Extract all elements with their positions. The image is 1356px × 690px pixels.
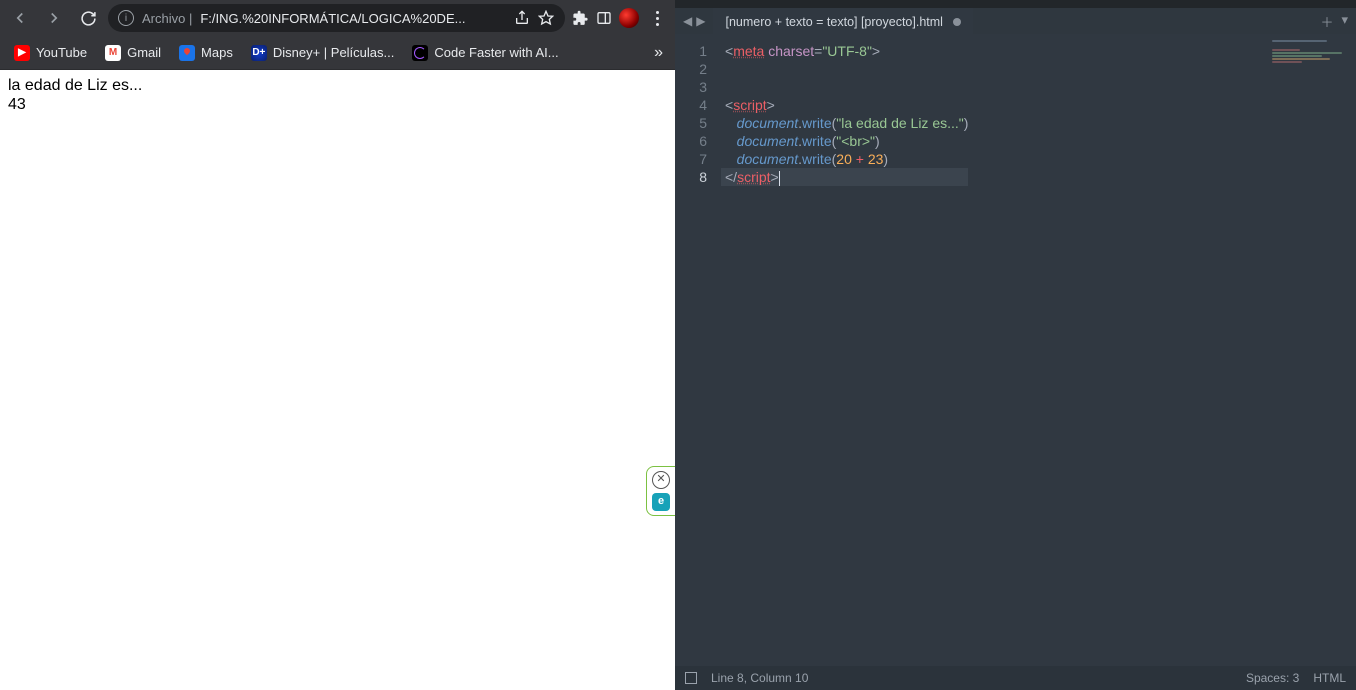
favicon-icon (412, 45, 428, 61)
chrome-menu-icon[interactable] (645, 11, 669, 26)
code-area[interactable]: <meta charset="UTF-8"><script> document.… (717, 34, 968, 666)
tab-nav-back-icon[interactable]: ◀ (683, 14, 692, 28)
site-info-icon[interactable]: i (118, 10, 134, 26)
new-tab-icon[interactable]: ＋ (1320, 12, 1333, 31)
address-bar[interactable]: i Archivo | F:/ING.%20INFORMÁTICA/LOGICA… (108, 4, 565, 32)
bookmark-item[interactable]: Maps (171, 41, 241, 65)
cursor-position[interactable]: Line 8, Column 10 (711, 671, 808, 685)
page-text-line1: la edad de Liz es... (8, 76, 667, 95)
syntax-mode[interactable]: HTML (1313, 671, 1346, 685)
favicon-icon: D+ (251, 45, 267, 61)
browser-pane: i Archivo | F:/ING.%20INFORMÁTICA/LOGICA… (0, 0, 675, 690)
favicon-icon: M (105, 45, 121, 61)
bookmark-item[interactable]: D+ Disney+ | Películas... (243, 41, 403, 65)
bookmark-item[interactable]: M Gmail (97, 41, 169, 65)
page-content: la edad de Liz es... 43 ✕ e (0, 70, 675, 690)
favicon-icon (179, 45, 195, 61)
panel-toggle-icon[interactable] (685, 672, 697, 684)
profile-avatar[interactable] (619, 8, 639, 28)
bookmarks-overflow-icon[interactable]: » (648, 40, 669, 66)
editor-tab-title: [numero + texto = texto] [proyecto].html (725, 15, 942, 29)
browser-toolbar: i Archivo | F:/ING.%20INFORMÁTICA/LOGICA… (0, 0, 675, 36)
editor-tab[interactable]: [numero + texto = texto] [proyecto].html (713, 8, 972, 34)
page-text-line2: 43 (8, 95, 667, 114)
forward-button[interactable] (40, 4, 68, 32)
bookmark-label: Maps (201, 45, 233, 60)
url-text: F:/ING.%20INFORMÁTICA/LOGICA%20DE... (200, 11, 499, 26)
editor-pane: ◀ ▶ [numero + texto = texto] [proyecto].… (675, 0, 1356, 690)
tab-dropdown-icon[interactable]: ▾ (1341, 12, 1348, 31)
editor-body[interactable]: 12345678 <meta charset="UTF-8"><script> … (675, 34, 1356, 666)
bookmark-label: YouTube (36, 45, 87, 60)
extension-widget[interactable]: ✕ e (646, 466, 676, 516)
editor-tabbar: ◀ ▶ [numero + texto = texto] [proyecto].… (675, 8, 1356, 34)
editor-statusbar: Line 8, Column 10 Spaces: 3 HTML (675, 666, 1356, 690)
indent-setting[interactable]: Spaces: 3 (1246, 671, 1299, 685)
bookmarks-bar: ▶ YouTube M Gmail Maps D+ Disney+ | Películas.… (0, 36, 675, 70)
reload-button[interactable] (74, 4, 102, 32)
favicon-icon: ▶ (14, 45, 30, 61)
bookmark-label: Disney+ | Películas... (273, 45, 395, 60)
unsaved-dot-icon (953, 18, 961, 26)
editor-menubar-strip (675, 0, 1356, 8)
widget-logo-icon[interactable]: e (652, 493, 670, 511)
url-scheme: Archivo | (142, 11, 192, 26)
bookmark-star-icon[interactable] (537, 9, 555, 27)
minimap[interactable] (1272, 40, 1352, 70)
bookmark-label: Gmail (127, 45, 161, 60)
line-gutter: 12345678 (675, 34, 717, 666)
tab-nav-forward-icon[interactable]: ▶ (696, 14, 705, 28)
bookmark-label: Code Faster with AI... (434, 45, 558, 60)
widget-close-icon[interactable]: ✕ (652, 471, 670, 489)
extensions-icon[interactable] (571, 9, 589, 27)
share-icon[interactable] (513, 9, 531, 27)
bookmark-item[interactable]: Code Faster with AI... (404, 41, 566, 65)
sidepanel-icon[interactable] (595, 9, 613, 27)
back-button[interactable] (6, 4, 34, 32)
bookmark-item[interactable]: ▶ YouTube (6, 41, 95, 65)
